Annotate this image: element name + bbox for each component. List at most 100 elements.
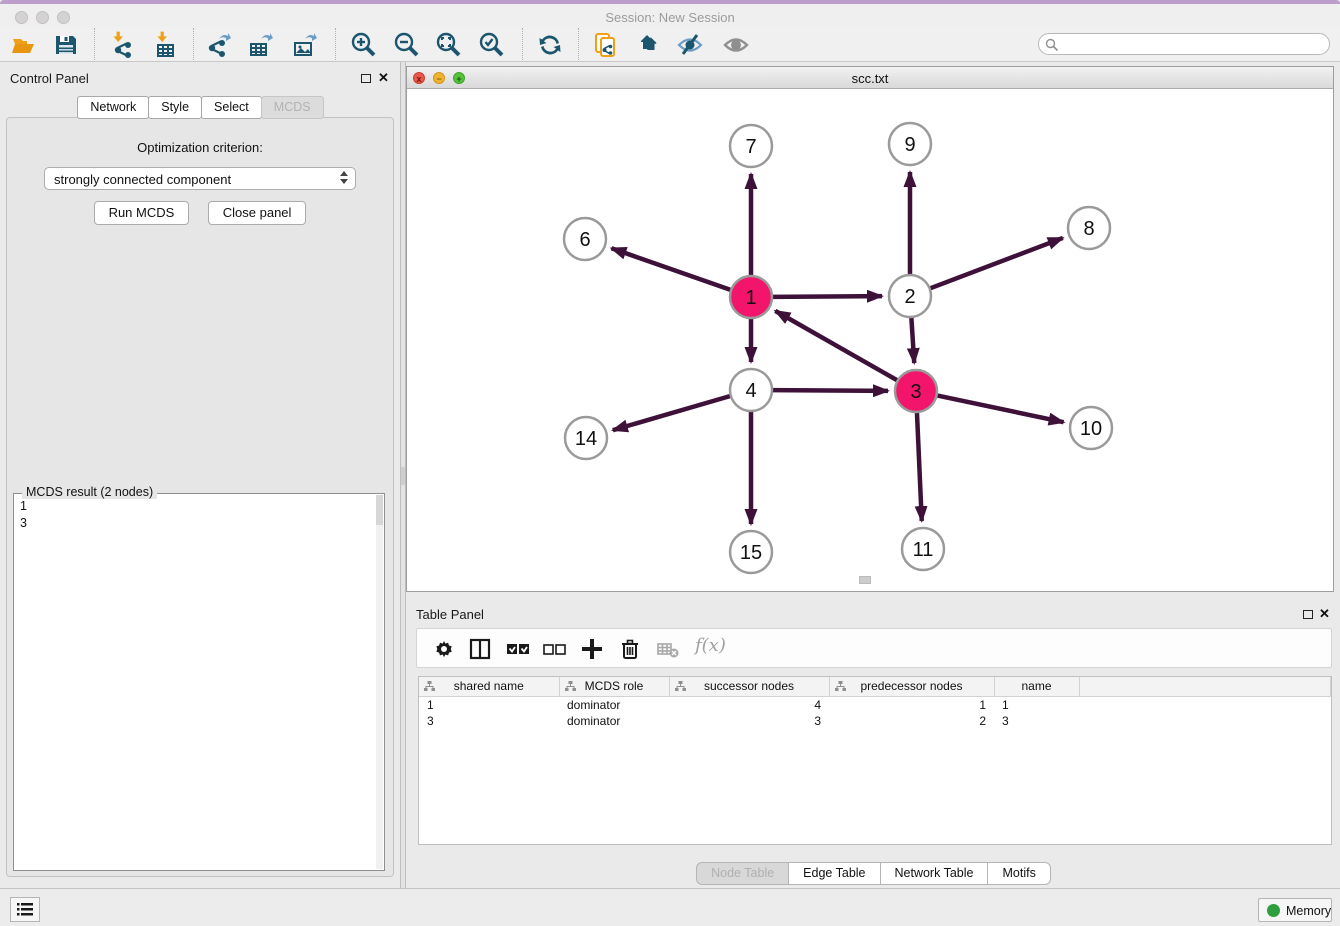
home-icon[interactable] [634, 31, 662, 59]
edge-1-6[interactable] [611, 248, 730, 290]
node-label-10: 10 [1080, 418, 1102, 440]
optimization-criterion-select[interactable]: strongly connected component [44, 167, 356, 190]
memory-button[interactable]: Memory [1258, 898, 1332, 922]
deselect-all-icon[interactable] [541, 636, 567, 662]
close-table-panel-icon[interactable]: ✕ [1319, 606, 1330, 622]
node-label-8: 8 [1083, 218, 1094, 240]
table-panel-header: Table Panel ✕ [406, 598, 1340, 628]
export-image-icon[interactable] [291, 31, 319, 59]
node-table[interactable]: shared name MCDS role successor nodes pr… [418, 676, 1332, 845]
table-cell[interactable]: 1 [994, 696, 1079, 713]
column-header[interactable]: predecessor nodes [829, 677, 994, 696]
mcds-result-box: MCDS result (2 nodes) 1 3 [13, 493, 385, 871]
hide-panels-icon[interactable] [676, 31, 704, 59]
zoom-out-icon[interactable] [392, 31, 420, 59]
task-history-button[interactable] [10, 897, 40, 922]
duplicate-network-icon[interactable] [592, 31, 620, 59]
delete-table-icon [655, 636, 681, 662]
table-cell[interactable]: 3 [994, 713, 1079, 729]
edge-2-8[interactable] [931, 238, 1063, 288]
tab-motifs[interactable]: Motifs [987, 862, 1050, 885]
control-panel: Control Panel ✕ NetworkStyleSelectMCDS O… [0, 62, 400, 888]
edge-4-14[interactable] [613, 396, 730, 430]
network-canvas[interactable]: 7968124314101511 [407, 89, 1333, 585]
network-window-title: scc.txt [407, 71, 1333, 86]
search-input[interactable] [1063, 35, 1323, 53]
column-header-spacer [1079, 677, 1331, 696]
zoom-selected-icon[interactable] [477, 31, 505, 59]
control-panel-header: Control Panel ✕ [0, 62, 400, 92]
zoom-in-icon[interactable] [349, 31, 377, 59]
edge-1-2[interactable] [773, 296, 882, 297]
memory-status-icon [1267, 904, 1280, 917]
network-graph[interactable]: 7968124314101511 [407, 89, 1333, 585]
optimization-criterion-label: Optimization criterion: [7, 140, 393, 155]
canvas-resize-handle[interactable] [859, 576, 871, 584]
table-row[interactable]: 1dominator411 [419, 696, 1331, 713]
node-label-3: 3 [910, 381, 921, 403]
edge-3-10[interactable] [938, 396, 1064, 423]
toolbar-separator [522, 28, 523, 60]
select-all-icon[interactable] [505, 636, 531, 662]
mcds-panel: Optimization criterion: strongly connect… [6, 117, 394, 877]
table-cell[interactable]: 3 [419, 713, 559, 729]
table-cell[interactable]: dominator [559, 696, 669, 713]
float-table-panel-icon[interactable] [1303, 610, 1313, 619]
tab-style[interactable]: Style [148, 96, 202, 119]
edge-4-3[interactable] [773, 390, 888, 391]
result-scrollbar[interactable] [376, 495, 383, 869]
close-panel-icon[interactable]: ✕ [378, 70, 389, 86]
table-cell[interactable]: 3 [669, 713, 829, 729]
tab-select[interactable]: Select [201, 96, 262, 119]
tab-node-table[interactable]: Node Table [696, 862, 789, 885]
function-builder-icon: f(x) [695, 635, 726, 656]
float-panel-icon[interactable] [361, 74, 371, 83]
node-label-6: 6 [579, 229, 590, 251]
column-header[interactable]: shared name [419, 677, 559, 696]
tab-mcds[interactable]: MCDS [261, 96, 324, 119]
tab-network-table[interactable]: Network Table [880, 862, 989, 885]
edge-3-11[interactable] [917, 413, 922, 521]
delete-column-icon[interactable] [617, 636, 643, 662]
table-cell[interactable]: 1 [419, 696, 559, 713]
column-header[interactable]: MCDS role [559, 677, 669, 696]
close-panel-button[interactable]: Close panel [208, 201, 307, 225]
column-header[interactable]: name [994, 677, 1079, 696]
refresh-icon[interactable] [536, 31, 564, 59]
node-label-2: 2 [904, 286, 915, 308]
table-cell[interactable]: 2 [829, 713, 994, 729]
table-cell[interactable]: 1 [829, 696, 994, 713]
edge-2-3[interactable] [911, 318, 914, 363]
table-panel: Table Panel ✕ f(x) [406, 598, 1340, 888]
selected-criterion: strongly connected component [54, 172, 231, 187]
open-session-icon[interactable] [10, 31, 38, 59]
run-mcds-button[interactable]: Run MCDS [94, 201, 190, 225]
edge-3-1[interactable] [775, 311, 897, 380]
column-header[interactable]: successor nodes [669, 677, 829, 696]
save-session-icon[interactable] [52, 31, 80, 59]
export-table-icon[interactable] [247, 31, 275, 59]
toolbar-separator [335, 28, 336, 60]
zoom-fit-icon[interactable] [434, 31, 462, 59]
tab-edge-table[interactable]: Edge Table [788, 862, 880, 885]
node-label-15: 15 [740, 542, 762, 564]
table-cell[interactable]: dominator [559, 713, 669, 729]
mcds-result-title: MCDS result (2 nodes) [22, 485, 157, 499]
export-network-icon[interactable] [205, 31, 233, 59]
table-row[interactable]: 3dominator323 [419, 713, 1331, 729]
eye-icon[interactable] [722, 31, 750, 59]
table-cell[interactable]: 4 [669, 696, 829, 713]
import-network-icon[interactable] [108, 31, 136, 59]
table-panel-title: Table Panel [416, 607, 484, 622]
mcds-result-text: 1 3 [20, 498, 27, 532]
toolbar-separator [578, 28, 579, 60]
tab-network[interactable]: Network [77, 96, 149, 119]
columns-icon[interactable] [467, 636, 493, 662]
node-label-7: 7 [745, 136, 756, 158]
chevron-up-down-icon [340, 171, 348, 184]
add-column-icon[interactable] [579, 636, 605, 662]
app-titlebar: Session: New Session [0, 4, 1340, 27]
splitter-grab-handle[interactable] [401, 467, 405, 485]
import-table-icon[interactable] [151, 31, 179, 59]
gear-icon[interactable] [431, 636, 457, 662]
